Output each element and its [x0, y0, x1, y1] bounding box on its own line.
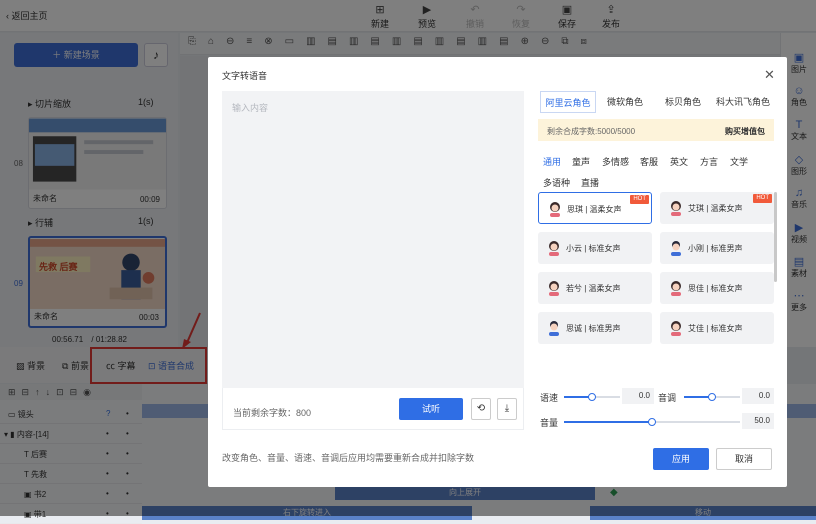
volume-value[interactable]: 50.0: [742, 413, 774, 429]
female-avatar-icon: [550, 202, 560, 217]
close-icon[interactable]: ✕: [764, 67, 775, 83]
voice-name: 艾佳 | 标准女声: [688, 324, 743, 333]
dialog-title: 文字转语音: [222, 71, 268, 81]
pitch-label: 音调: [658, 393, 677, 403]
cancel-button[interactable]: 取消: [716, 448, 772, 470]
apply-note: 改变角色、音量、语速、音调后应用均需要重新合成并扣除字数: [222, 453, 475, 463]
quota-bar: 剩余合成字数:5000/5000 购买增值包: [538, 119, 774, 141]
volume-label: 音量: [540, 418, 559, 428]
female-avatar-icon: [549, 281, 559, 296]
voice-card[interactable]: 思琪 | 温柔女声 HOT: [538, 192, 652, 224]
category-multilingual[interactable]: 多语种: [543, 176, 570, 189]
voice-card[interactable]: 小刚 | 标准男声: [660, 232, 774, 264]
speed-label: 语速: [540, 393, 559, 403]
voice-name: 艾琪 | 温柔女声: [688, 204, 743, 213]
text-to-speech-dialog: 文字转语音 ✕ 当前剩余字数：800 试听 ⟲ ⤓ 改变角色、音量、语速、音调后…: [208, 57, 787, 487]
tab-aliyun[interactable]: 阿里云角色: [540, 91, 596, 113]
category-general[interactable]: 通用: [543, 155, 561, 168]
buy-package-link[interactable]: 购买增值包: [725, 126, 765, 137]
tab-microsoft[interactable]: 微软角色: [600, 91, 650, 113]
category-service[interactable]: 客服: [640, 155, 658, 168]
female-avatar-icon: [671, 281, 681, 296]
voice-name: 思诚 | 标准男声: [566, 324, 621, 333]
voice-name: 若兮 | 温柔女声: [566, 284, 621, 293]
voice-name: 思琪 | 温柔女声: [567, 205, 622, 214]
voice-card[interactable]: 若兮 | 温柔女声: [538, 272, 652, 304]
apply-button[interactable]: 应用: [653, 448, 709, 470]
male-avatar-icon: [671, 241, 681, 256]
pitch-value[interactable]: 0.0: [742, 388, 774, 404]
tab-biaobei[interactable]: 标贝角色: [658, 91, 708, 113]
volume-slider[interactable]: [564, 418, 740, 426]
female-avatar-icon: [671, 201, 681, 216]
remaining-count: 当前剩余字数：800: [233, 408, 312, 418]
category-emotion[interactable]: 多情感: [602, 155, 629, 168]
voice-card[interactable]: 艾佳 | 标准女声: [660, 312, 774, 344]
try-listen-button[interactable]: 试听: [399, 398, 463, 420]
slider-knob[interactable]: [588, 393, 596, 401]
slider-knob[interactable]: [708, 393, 716, 401]
voice-card[interactable]: 思佳 | 标准女声: [660, 272, 774, 304]
voice-name: 小云 | 标准女声: [566, 244, 621, 253]
tab-iflytek[interactable]: 科大讯飞角色: [712, 91, 774, 113]
voice-provider-tabs: 阿里云角色 微软角色 标贝角色 科大讯飞角色: [538, 91, 774, 113]
female-avatar-icon: [671, 321, 681, 336]
speed-slider[interactable]: [564, 393, 620, 401]
female-avatar-icon: [549, 241, 559, 256]
voice-name: 小刚 | 标准男声: [688, 244, 743, 253]
slider-knob[interactable]: [648, 418, 656, 426]
category-child[interactable]: 童声: [572, 155, 590, 168]
voice-card[interactable]: 小云 | 标准女声: [538, 232, 652, 264]
category-literature[interactable]: 文学: [730, 155, 748, 168]
history-icon[interactable]: ⟲: [471, 398, 491, 420]
voice-card[interactable]: 思诚 | 标准男声: [538, 312, 652, 344]
hot-badge: HOT: [630, 195, 649, 204]
pitch-slider[interactable]: [684, 393, 740, 401]
speed-value[interactable]: 0.0: [622, 388, 654, 404]
hot-badge: HOT: [753, 194, 772, 203]
category-live[interactable]: 直播: [581, 176, 599, 189]
text-input[interactable]: [222, 91, 524, 388]
category-english[interactable]: 英文: [670, 155, 688, 168]
male-avatar-icon: [549, 321, 559, 336]
voice-list: 思琪 | 温柔女声 HOT 艾琪 | 温柔女声 HOT 小云 | 标准女声 小刚…: [538, 192, 774, 352]
slider-fill: [564, 421, 652, 423]
category-dialect[interactable]: 方言: [700, 155, 718, 168]
text-input-footer: 当前剩余字数：800 试听 ⟲ ⤓: [222, 388, 524, 430]
download-icon[interactable]: ⤓: [497, 398, 517, 420]
voice-card[interactable]: 艾琪 | 温柔女声 HOT: [660, 192, 774, 224]
quota-text: 剩余合成字数:5000/5000: [547, 127, 636, 136]
voice-name: 思佳 | 标准女声: [688, 284, 743, 293]
voice-list-scrollbar[interactable]: [774, 192, 777, 282]
